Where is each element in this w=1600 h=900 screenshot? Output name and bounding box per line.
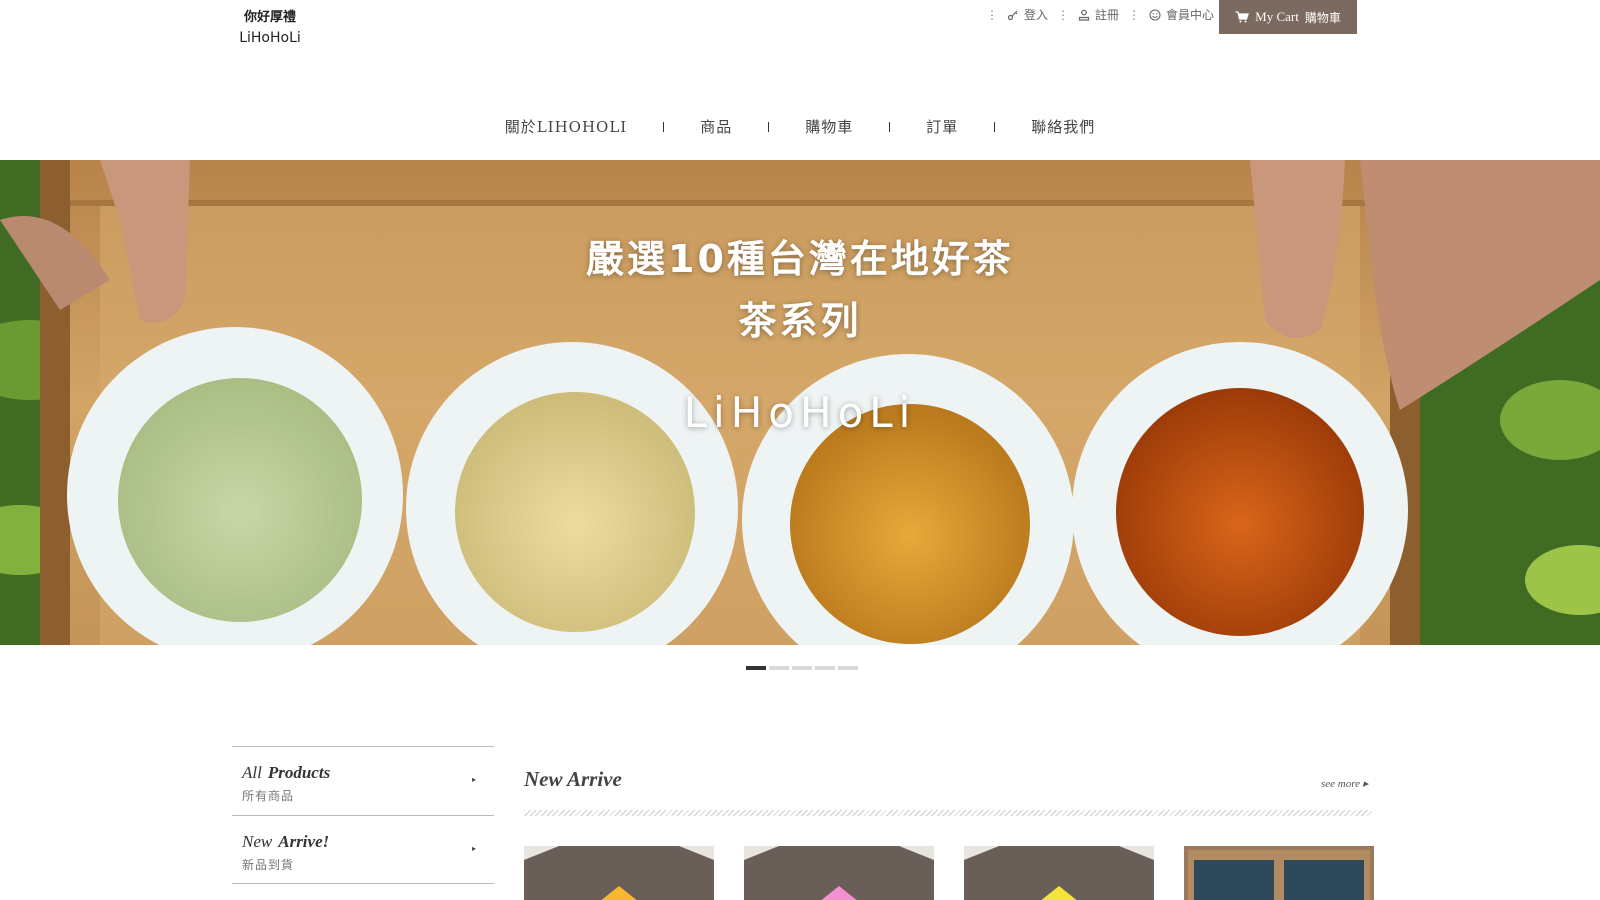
product-grid <box>524 846 1374 900</box>
sidebar-item-all-products[interactable]: All Products 所有商品 ▸ <box>232 746 494 815</box>
product-card[interactable] <box>964 846 1154 900</box>
carousel-dot[interactable] <box>815 666 835 670</box>
carousel-dot[interactable] <box>746 666 766 670</box>
sidebar-item-title: All Products <box>242 763 484 783</box>
product-image <box>744 846 934 900</box>
nav-divider <box>994 121 996 132</box>
site-logo[interactable]: 你好厚禮 LiHoHoLi <box>232 8 308 48</box>
nav-orders[interactable]: 訂單 <box>922 116 962 137</box>
key-icon <box>1007 10 1018 20</box>
hero-brand: LiHoHoLi <box>683 388 917 437</box>
product-image <box>1184 846 1374 900</box>
sidebar-item-prefix: All <box>242 763 262 782</box>
my-cart-label: My Cart <box>1255 9 1299 24</box>
nav-divider <box>889 121 891 132</box>
product-card[interactable] <box>1184 846 1374 900</box>
cart-icon <box>1235 11 1250 23</box>
product-image <box>524 846 714 900</box>
carousel-indicators <box>746 666 858 670</box>
nav-products[interactable]: 商品 <box>696 116 736 137</box>
new-arrive-title: New Arrive <box>524 767 622 791</box>
separator: ⋮ <box>985 7 998 22</box>
member-center-label: 會員中心 <box>1165 8 1214 22</box>
hero-line-1: 嚴選10種台灣在地好茶 <box>586 237 1014 281</box>
cart-label: 購物車 <box>1304 10 1341 25</box>
carousel-dot[interactable] <box>838 666 858 670</box>
sidebar-item-subtitle: 所有商品 <box>242 789 295 803</box>
sidebar-item-bold: Arrive! <box>278 832 330 851</box>
smile-icon <box>1149 8 1161 21</box>
register-link[interactable]: 註冊 <box>1078 6 1119 23</box>
see-more-link[interactable]: see more ▸ <box>1321 777 1368 790</box>
hero-headline: 嚴選10種台灣在地好茶 茶系列 <box>0 228 1600 352</box>
hero-banner[interactable]: 嚴選10種台灣在地好茶 茶系列 LiHoHoLi <box>0 160 1600 645</box>
section-divider <box>524 810 1372 816</box>
logo-cn: 你好厚禮 <box>243 10 296 25</box>
logo-en: LiHoHoLi <box>239 30 301 46</box>
nav-divider <box>663 121 665 132</box>
chevron-right-icon: ▸ <box>471 844 476 853</box>
hero-line-2: 茶系列 <box>738 299 862 343</box>
carousel-dot[interactable] <box>792 666 812 670</box>
register-label: 註冊 <box>1094 8 1119 22</box>
nav-about[interactable]: 關於LIHOHOLI <box>501 116 632 137</box>
carousel-dot[interactable] <box>769 666 789 670</box>
nav-divider <box>768 121 770 132</box>
nav-cart[interactable]: 購物車 <box>801 116 857 137</box>
separator: ⋮ <box>1127 7 1140 22</box>
product-card[interactable] <box>744 846 934 900</box>
sidebar-item-bold: Products <box>267 763 331 782</box>
separator: ⋮ <box>1056 7 1069 22</box>
main-nav: 關於LIHOHOLI 商品 購物車 訂單 聯絡我們 <box>0 116 1600 137</box>
sidebar-item-title: New Arrive! <box>242 832 484 852</box>
my-cart-button[interactable]: My Cart 購物車 <box>1219 0 1357 34</box>
category-sidebar: All Products 所有商品 ▸ New Arrive! 新品到貨 ▸ <box>232 746 494 884</box>
sidebar-item-prefix: New <box>242 832 273 851</box>
top-links: ⋮ 登入 ⋮ 註冊 ⋮ 會員中心 ⋮ <box>977 6 1244 23</box>
chevron-right-icon: ▸ <box>471 775 476 784</box>
member-center-link[interactable]: 會員中心 <box>1149 6 1214 23</box>
login-label: 登入 <box>1023 8 1048 22</box>
product-image <box>964 846 1154 900</box>
user-icon <box>1078 9 1090 21</box>
product-card[interactable] <box>524 846 714 900</box>
sidebar-item-new-arrive[interactable]: New Arrive! 新品到貨 ▸ <box>232 815 494 884</box>
nav-contact[interactable]: 聯絡我們 <box>1027 116 1099 137</box>
sidebar-item-subtitle: 新品到貨 <box>242 858 295 872</box>
login-link[interactable]: 登入 <box>1007 6 1048 23</box>
